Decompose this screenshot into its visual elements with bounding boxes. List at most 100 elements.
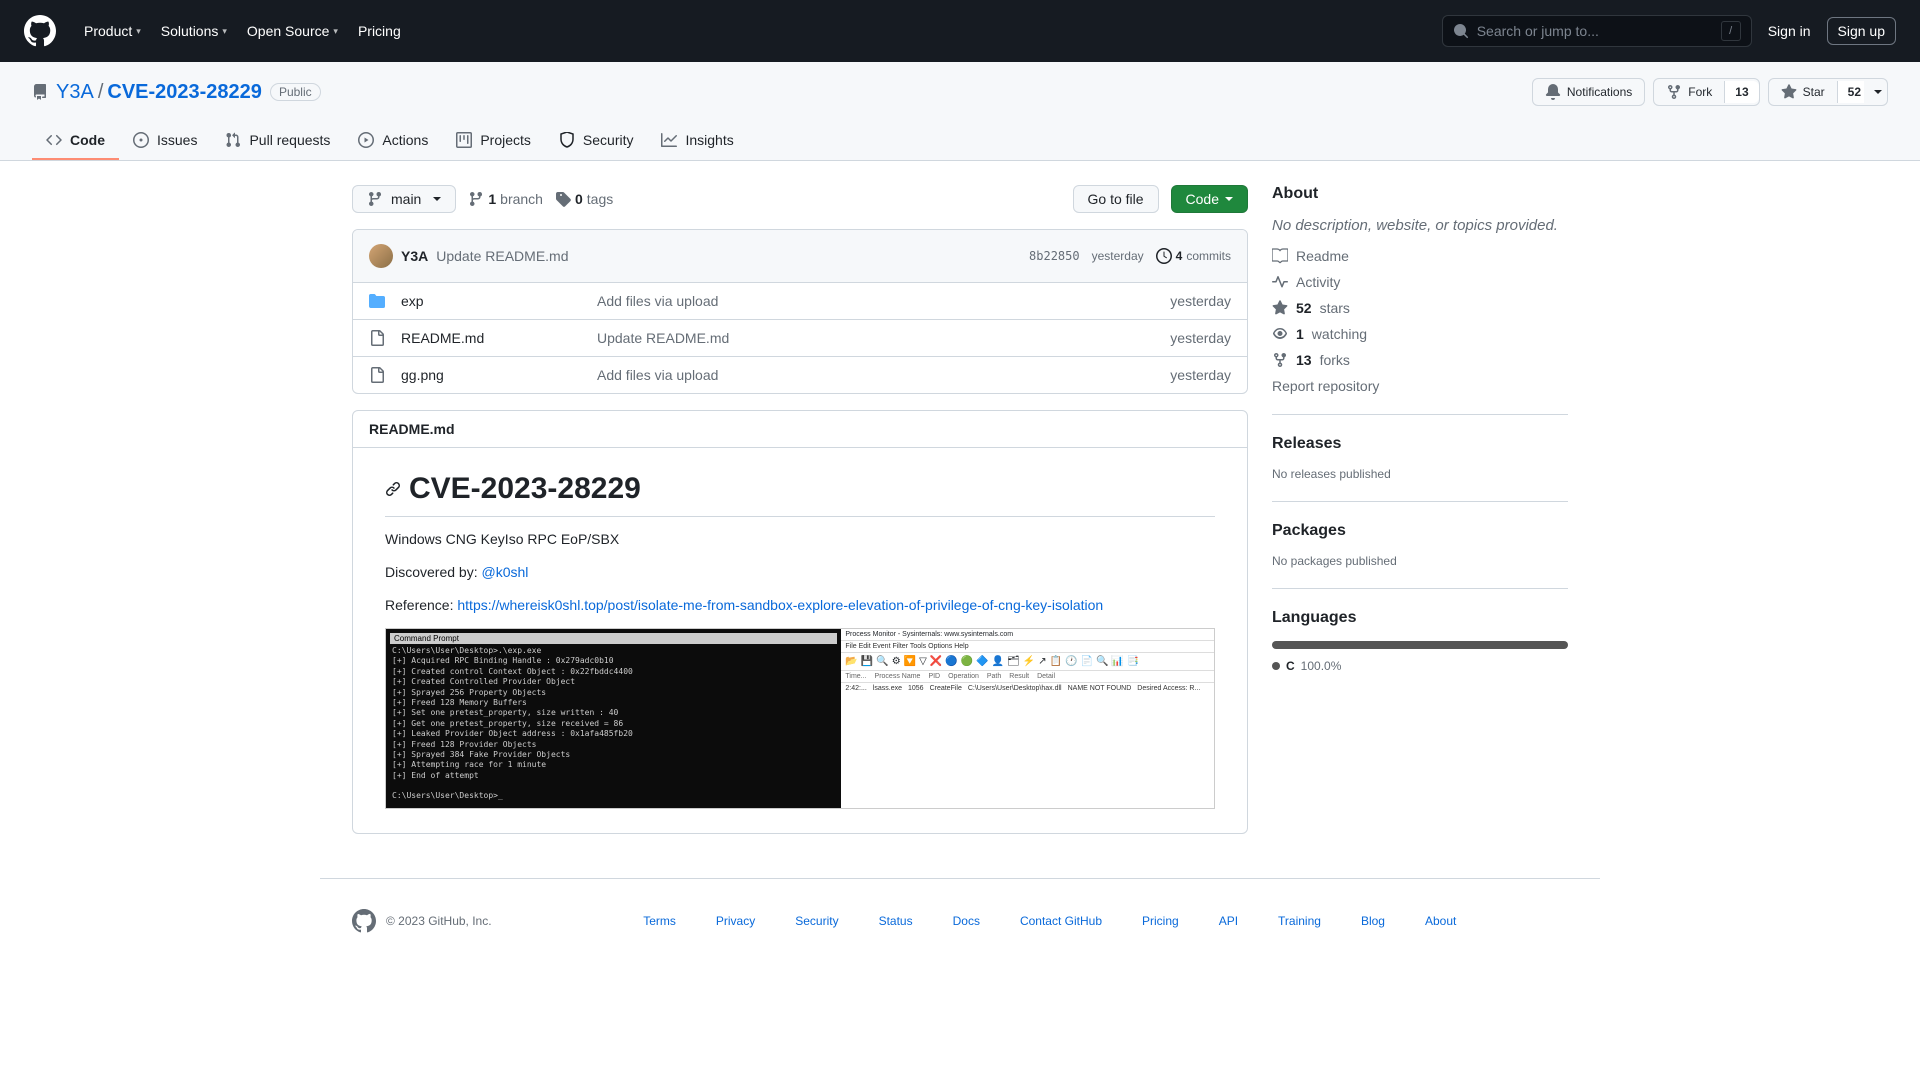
footer-link-status[interactable]: Status xyxy=(879,914,913,928)
releases-section: Releases No releases published xyxy=(1272,435,1568,502)
language-bar[interactable] xyxy=(1272,641,1568,649)
packages-empty: No packages published xyxy=(1272,554,1568,568)
discoverer-link[interactable]: @k0shl xyxy=(481,564,528,580)
notifications-button[interactable]: Notifications xyxy=(1532,78,1645,106)
author-avatar[interactable] xyxy=(369,244,393,268)
file-row: gg.png Add files via upload yesterday xyxy=(353,357,1247,393)
security-icon xyxy=(559,132,575,148)
star-dropdown-button[interactable] xyxy=(1864,78,1888,106)
file-date: yesterday xyxy=(1170,293,1231,309)
tab-pull-requests[interactable]: Pull requests xyxy=(211,122,344,160)
footer-link-contact-github[interactable]: Contact GitHub xyxy=(1020,914,1102,928)
footer-link-api[interactable]: API xyxy=(1219,914,1238,928)
language-item[interactable]: C 100.0% xyxy=(1272,659,1568,673)
file-name-link[interactable]: exp xyxy=(401,293,581,309)
projects-icon xyxy=(456,132,472,148)
tags-link[interactable]: 0 tags xyxy=(555,191,613,207)
readme-image[interactable]: Command Prompt C:\Users\User\Desktop>.\e… xyxy=(385,628,1215,809)
github-logo-icon[interactable] xyxy=(352,909,376,933)
visibility-badge: Public xyxy=(270,83,321,101)
signin-link[interactable]: Sign in xyxy=(1768,23,1811,39)
owner-link[interactable]: Y3A xyxy=(56,81,94,104)
tab-actions[interactable]: Actions xyxy=(344,122,442,160)
nav-open-source[interactable]: Open Source▾ xyxy=(237,15,348,47)
commit-sha-link[interactable]: 8b22850 xyxy=(1029,249,1080,263)
tag-icon xyxy=(555,191,571,207)
github-logo-icon[interactable] xyxy=(24,15,56,47)
history-icon xyxy=(1156,248,1172,264)
watching-link[interactable]: 1 watching xyxy=(1272,326,1568,342)
about-section: About No description, website, or topics… xyxy=(1272,185,1568,415)
file-name-link[interactable]: README.md xyxy=(401,330,581,346)
pulse-icon xyxy=(1272,274,1288,290)
releases-empty: No releases published xyxy=(1272,467,1568,481)
bell-icon xyxy=(1545,84,1561,100)
languages-section: Languages C 100.0% xyxy=(1272,609,1568,673)
branch-select-button[interactable]: main xyxy=(352,185,456,213)
releases-title[interactable]: Releases xyxy=(1272,435,1568,453)
search-input[interactable]: Search or jump to... / xyxy=(1442,15,1752,47)
footer-link-blog[interactable]: Blog xyxy=(1361,914,1385,928)
fork-count[interactable]: 13 xyxy=(1724,81,1758,103)
footer-link-about[interactable]: About xyxy=(1425,914,1456,928)
file-commit-link[interactable]: Add files via upload xyxy=(597,293,1154,309)
footer-link-security[interactable]: Security xyxy=(795,914,838,928)
latest-commit-row: Y3A Update README.md 8b22850 yesterday 4… xyxy=(353,230,1247,283)
path-separator: / xyxy=(98,81,104,104)
languages-title: Languages xyxy=(1272,609,1568,627)
activity-link[interactable]: Activity xyxy=(1272,274,1568,290)
eye-icon xyxy=(1272,326,1288,342)
branches-link[interactable]: 1 branch xyxy=(468,191,543,207)
fork-button[interactable]: Fork 13 xyxy=(1653,78,1759,106)
repo-tabs: CodeIssuesPull requestsActionsProjectsSe… xyxy=(32,122,1888,160)
file-commit-link[interactable]: Add files via upload xyxy=(597,367,1154,383)
reference-link[interactable]: https://whereisk0shl.top/post/isolate-me… xyxy=(457,597,1103,613)
footer-link-pricing[interactable]: Pricing xyxy=(1142,914,1179,928)
file-date: yesterday xyxy=(1170,367,1231,383)
packages-section: Packages No packages published xyxy=(1272,522,1568,589)
commit-message-link[interactable]: Update README.md xyxy=(436,248,568,264)
code-download-button[interactable]: Code xyxy=(1171,185,1248,213)
footer-link-terms[interactable]: Terms xyxy=(643,914,676,928)
forks-link[interactable]: 13 forks xyxy=(1272,352,1568,368)
readme-filename[interactable]: README.md xyxy=(353,411,1247,448)
fork-icon xyxy=(1666,84,1682,100)
files-box: Y3A Update README.md 8b22850 yesterday 4… xyxy=(352,229,1248,394)
commit-author-link[interactable]: Y3A xyxy=(401,248,428,264)
tab-issues[interactable]: Issues xyxy=(119,122,211,160)
nav-pricing[interactable]: Pricing xyxy=(348,15,411,47)
copyright: © 2023 GitHub, Inc. xyxy=(386,914,492,928)
footer-link-docs[interactable]: Docs xyxy=(953,914,980,928)
readme-link[interactable]: Readme xyxy=(1272,248,1568,264)
tab-projects[interactable]: Projects xyxy=(442,122,545,160)
footer-link-training[interactable]: Training xyxy=(1278,914,1321,928)
fork-icon xyxy=(1272,352,1288,368)
repo-icon xyxy=(32,84,48,100)
go-to-file-button[interactable]: Go to file xyxy=(1073,185,1159,213)
tab-security[interactable]: Security xyxy=(545,122,648,160)
footer-link-privacy[interactable]: Privacy xyxy=(716,914,755,928)
file-icon xyxy=(369,367,385,383)
packages-title[interactable]: Packages xyxy=(1272,522,1568,540)
commit-date: yesterday xyxy=(1092,249,1144,263)
star-button[interactable]: Star 52 xyxy=(1768,78,1872,106)
signup-button[interactable]: Sign up xyxy=(1827,17,1896,45)
branch-icon xyxy=(367,191,383,207)
repo-name-link[interactable]: CVE-2023-28229 xyxy=(107,81,262,104)
file-name-link[interactable]: gg.png xyxy=(401,367,581,383)
nav-product[interactable]: Product▾ xyxy=(74,15,151,47)
tab-code[interactable]: Code xyxy=(32,122,119,160)
nav-solutions[interactable]: Solutions▾ xyxy=(151,15,237,47)
tab-insights[interactable]: Insights xyxy=(647,122,747,160)
readme-line2: Discovered by: @k0shl xyxy=(385,562,1215,583)
link-icon[interactable] xyxy=(385,481,401,497)
report-link[interactable]: Report repository xyxy=(1272,378,1568,394)
chevron-down-icon: ▾ xyxy=(136,26,141,37)
footer: © 2023 GitHub, Inc. Terms Privacy Security… xyxy=(320,878,1600,933)
repo-header: Y3A / CVE-2023-28229 Public Notification… xyxy=(0,62,1920,161)
dir-icon xyxy=(369,293,385,309)
book-icon xyxy=(1272,248,1288,264)
commits-link[interactable]: 4 commits xyxy=(1156,248,1231,264)
file-commit-link[interactable]: Update README.md xyxy=(597,330,1154,346)
stars-link[interactable]: 52 stars xyxy=(1272,300,1568,316)
